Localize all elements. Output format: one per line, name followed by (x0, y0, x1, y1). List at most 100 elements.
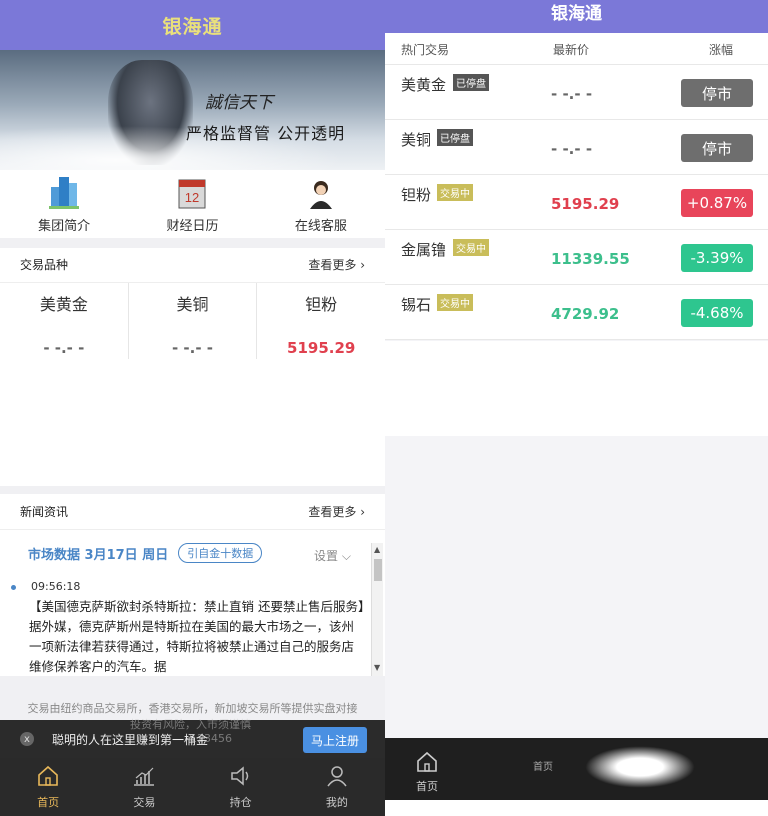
banner-slogan: 严格监督管 公开透明 (186, 124, 346, 143)
row-price: 4729.92 (551, 305, 620, 323)
quick-links: 集团简介 12 财经日历 在线客服 (0, 170, 385, 238)
tab-home[interactable]: 首页 (415, 750, 439, 794)
change-button[interactable]: 停市 (681, 134, 753, 162)
product-name: 美铜 (176, 295, 209, 314)
product-card[interactable]: 美铜 - -.- - (129, 283, 258, 359)
status-badge: 已停盘 (453, 74, 489, 91)
product-name: 钽粉 (305, 295, 338, 314)
row-price: 11339.55 (551, 250, 630, 268)
tab-position[interactable]: 持仓 (193, 758, 289, 816)
app-title: 银海通 (162, 15, 223, 38)
bottom-strip (385, 800, 768, 816)
product-card[interactable]: 钽粉 5195.29 (257, 283, 385, 359)
status-badge: 交易中 (437, 294, 473, 311)
row-price: - -.- - (551, 140, 593, 158)
tab-label: 我的 (325, 796, 348, 809)
row-name: 钽粉 (401, 186, 432, 204)
tab-mine[interactable]: 我的 (289, 758, 385, 816)
trade-section-header: 交易品种 查看更多 › (0, 247, 385, 283)
tab-label: 首页 (416, 780, 438, 793)
news-feed[interactable]: 市场数据 3月17日 周日 引自金十数据 设置 ⌵ 09:56:18 【美国德克… (0, 531, 385, 676)
news-section-header: 新闻资讯 查看更多 › (0, 494, 385, 530)
market-row[interactable]: 锡石 交易中 4729.92 -4.68% (385, 285, 768, 340)
building-icon (47, 173, 81, 209)
col-price: 最新价 (553, 43, 590, 57)
row-name: 锡石 (401, 296, 432, 314)
quick-link-label: 集团简介 (38, 219, 91, 234)
speaker-icon (230, 766, 248, 786)
change-button[interactable]: -4.68% (681, 299, 753, 327)
row-price: - -.- - (551, 85, 593, 103)
tab-label: 持仓 (229, 796, 252, 809)
app-title: 银海通 (551, 4, 602, 24)
scroll-down-icon[interactable]: ▼ (374, 663, 380, 672)
tab-trade[interactable]: 交易 (96, 758, 192, 816)
status-badge: 已停盘 (437, 129, 473, 146)
news-more-link[interactable]: 查看更多 › (308, 503, 365, 520)
market-list: 美黄金 已停盘 - -.- - 停市 美铜 已停盘 - -.- - 停市 钽粉 … (385, 65, 768, 340)
bottom-tabbar: 首页 首页 (385, 738, 768, 800)
user-icon (327, 766, 347, 787)
banner-script-text: 誠信天下 (205, 93, 273, 113)
trade-more-link[interactable]: 查看更多 › (308, 256, 365, 273)
disclaimer: 交易由纽约商品交易所，香港交易所，新加坡交易所等提供实盘对接 (0, 676, 385, 720)
col-change: 涨幅 (709, 43, 734, 57)
tab-home[interactable]: 首页 (0, 758, 96, 816)
quick-link-service[interactable]: 在线客服 (257, 170, 385, 238)
news-date-bar: 市场数据 3月17日 周日 引自金十数据 (28, 543, 263, 563)
news-section-title: 新闻资讯 (20, 505, 69, 519)
register-button[interactable]: 马上注册 (303, 727, 367, 753)
row-name: 美黄金 (401, 76, 447, 94)
ghost-tab-label: 首页 (533, 762, 553, 773)
change-button[interactable]: +0.87% (681, 189, 753, 217)
right-screen: 银海通 热门交易 最新价 涨幅 美黄金 已停盘 - -.- - 停市 美铜 已停… (385, 0, 768, 816)
register-promo-bar: 投资有风险，入市须谨慎 123456 x 聪明的人在这里赚到第一桶金 马上注册 (0, 718, 385, 758)
empty-area (385, 341, 768, 436)
home-icon (417, 751, 437, 772)
section-divider (0, 486, 385, 494)
chart-icon (134, 767, 155, 786)
tab-label: 交易 (133, 796, 156, 809)
product-card[interactable]: 美黄金 - -.- - (0, 283, 129, 359)
news-scrollbar[interactable]: ▲ ▼ (371, 543, 383, 676)
quick-link-calendar[interactable]: 12 财经日历 (128, 170, 256, 238)
promo-ghost-text: 投资有风险，入市须谨慎 123456 (130, 718, 251, 745)
scroll-up-icon[interactable]: ▲ (374, 545, 380, 554)
row-name: 美铜 (401, 131, 432, 149)
customer-service-icon (304, 173, 338, 209)
market-row[interactable]: 美铜 已停盘 - -.- - 停市 (385, 120, 768, 175)
app-header: 银海通 (385, 0, 768, 33)
timeline-dot (11, 585, 16, 590)
product-price: - -.- - (171, 339, 214, 357)
left-screen: 银海通 誠信天下 严格监督管 公开透明 集团简介 12 财经日历 在线客服 交易… (0, 0, 385, 816)
change-button[interactable]: 停市 (681, 79, 753, 107)
market-row[interactable]: 钽粉 交易中 5195.29 +0.87% (385, 175, 768, 230)
news-date: 市场数据 3月17日 周日 (28, 547, 169, 563)
calendar-badge: 12 (185, 190, 199, 205)
status-badge: 交易中 (453, 239, 489, 256)
market-row[interactable]: 金属镥 交易中 11339.55 -3.39% (385, 230, 768, 285)
news-settings-dropdown[interactable]: 设置 ⌵ (314, 547, 351, 564)
row-name: 金属镥 (401, 241, 447, 259)
col-name: 热门交易 (401, 43, 450, 57)
quick-link-group-intro[interactable]: 集团简介 (0, 170, 128, 238)
home-icon (38, 765, 58, 786)
product-grid: 美黄金 - -.- - 美铜 - -.- - 钽粉 5195.29 (0, 283, 385, 359)
market-column-header: 热门交易 最新价 涨幅 (385, 33, 768, 65)
app-header: 银海通 (0, 0, 385, 50)
tab-label: 首页 (37, 796, 60, 809)
product-price: 5195.29 (287, 339, 356, 357)
bottom-tabbar: 首页 交易 持仓 我的 (0, 758, 385, 816)
product-name: 美黄金 (39, 295, 88, 314)
hero-banner[interactable]: 誠信天下 严格监督管 公开透明 (0, 50, 385, 170)
market-row[interactable]: 美黄金 已停盘 - -.- - 停市 (385, 65, 768, 120)
calendar-icon: 12 (175, 173, 209, 209)
close-icon[interactable]: x (20, 732, 34, 746)
news-source-badge[interactable]: 引自金十数据 (178, 543, 263, 563)
blur-smear (585, 746, 695, 788)
news-body: 【美国德克萨斯欲封杀特斯拉：禁止直销 还要禁止售后服务】据外媒，德克萨斯州是特斯… (29, 599, 365, 674)
row-price: 5195.29 (551, 195, 620, 213)
quick-link-label: 在线客服 (294, 219, 347, 234)
change-button[interactable]: -3.39% (681, 244, 753, 272)
scroll-thumb[interactable] (374, 559, 382, 581)
